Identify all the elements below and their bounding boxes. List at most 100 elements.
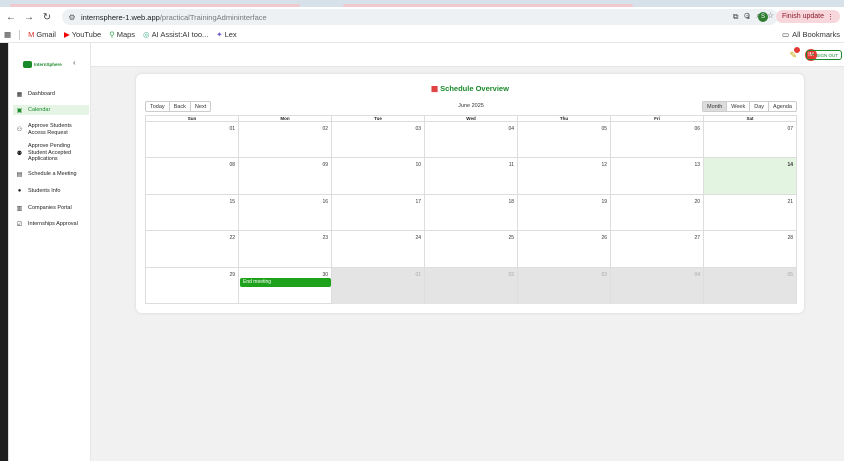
month-grid: Sun Mon Tue Wed Thu Fri Sat 01 02 03 04 … (145, 115, 797, 304)
day-cell[interactable]: 28 (703, 231, 796, 267)
day-cell[interactable]: 20 (610, 194, 703, 231)
day-cell[interactable]: 18 (424, 194, 517, 231)
day-cell[interactable]: 08 (146, 158, 238, 193)
day-cell[interactable]: 21 (703, 194, 796, 231)
day-cell[interactable]: 26 (517, 231, 610, 267)
day-cell[interactable]: 01 (146, 122, 238, 157)
day-cell[interactable]: 04 (424, 122, 517, 158)
address-bar[interactable]: ⚙ internsphere-1.web.app /practicalTrain… (62, 9, 778, 25)
download-icon[interactable]: ⤓ (746, 12, 750, 22)
bookmark-lex[interactable]: ✦ Lex (216, 30, 236, 39)
all-bookmarks-button[interactable]: ▭ All Bookmarks (782, 30, 840, 39)
month-view-button[interactable]: Month (701, 101, 728, 112)
calendar-emoji-icon: ▦ (431, 84, 439, 93)
extensions-icon[interactable]: ⧉ (733, 12, 739, 22)
youtube-icon: ▶ (63, 30, 70, 39)
ai-assist-icon: ◎ (143, 30, 150, 39)
week-row: 01 02 03 04 05 06 07 (146, 122, 796, 159)
sign-out-button[interactable]: ⇥ SIGN OUT (806, 50, 842, 60)
day-cell[interactable]: 02 (238, 122, 331, 158)
finish-update-label: Finish update (781, 13, 824, 20)
day-view-button[interactable]: Day (749, 101, 770, 112)
calendar-event[interactable]: End meeting (240, 277, 331, 287)
sidebar-item-calendar[interactable]: ▣ Calendar (13, 105, 89, 115)
week-row: 15 16 17 18 19 20 21 (146, 194, 796, 232)
sign-out-icon: ⇥ (810, 52, 815, 57)
day-cell[interactable]: 24 (331, 231, 424, 267)
collapse-chevron-icon[interactable]: ‹ (73, 58, 76, 67)
bookmark-youtube[interactable]: ▶ YouTube (64, 30, 101, 39)
divider (19, 29, 21, 40)
browser-toolbar: ← → ↻ ⚙ internsphere-1.web.app /practica… (0, 7, 844, 27)
day-cell[interactable]: 05 (517, 122, 610, 158)
day-cell[interactable]: 17 (331, 194, 424, 231)
site-info-icon[interactable]: ⚙ (66, 11, 78, 23)
day-cell[interactable]: 09 (238, 158, 331, 194)
folder-icon: ▭ (781, 30, 790, 39)
maps-icon: ⚲ (109, 30, 115, 39)
sidebar-item-dashboard[interactable]: ▦ Dashboard (13, 89, 89, 99)
day-cell[interactable]: 15 (146, 195, 238, 230)
calendar-view-group: Month Week Day Agenda (701, 101, 797, 112)
day-cell[interactable]: 13 (610, 158, 703, 194)
day-cell[interactable]: 16 (238, 194, 331, 231)
forward-arrow-icon[interactable]: → (22, 10, 36, 24)
day-cell[interactable]: 23 (238, 231, 331, 267)
logo-text: InternSphere (34, 61, 62, 67)
kebab-menu-icon: ⋮ (827, 13, 834, 21)
gmail-icon: M (28, 30, 35, 39)
day-cell[interactable]: 12 (517, 158, 610, 194)
app-window: InternSphere ‹ ▦ Dashboard ▣ Calendar ⚇ … (8, 43, 844, 461)
check-square-icon: ☑ (16, 221, 23, 228)
weekday-label: Sat (703, 116, 796, 121)
day-cell[interactable]: 07 (703, 122, 796, 158)
sidebar-item-students-info[interactable]: ● Students Info (13, 186, 89, 196)
user-check-icon: ⚉ (16, 150, 23, 157)
lex-icon: ✦ (216, 30, 223, 39)
calendar-toolbar: Today Back Next June 2025 Month Week Day… (145, 101, 797, 113)
bookmark-maps[interactable]: ⚲ Maps (109, 30, 135, 39)
sidebar-item-companies-portal[interactable]: ▥ Companies Portal (13, 203, 89, 213)
sidebar-item-schedule-meeting[interactable]: ▤ Schedule a Meeting (13, 169, 89, 179)
logo-icon (23, 60, 32, 68)
day-cell[interactable]: 29 (146, 268, 238, 304)
calendar-title: ▦ Schedule Overview (431, 84, 509, 93)
day-cell[interactable]: 19 (517, 194, 610, 231)
info-icon: ● (17, 188, 22, 194)
top-bar: ✎ IM ⇥ SIGN OUT (91, 43, 844, 67)
day-cell[interactable]: 22 (146, 231, 238, 266)
day-cell-off-range[interactable]: 03 (517, 267, 610, 304)
calendar-card: ▦ Schedule Overview Today Back Next June … (136, 74, 804, 313)
day-cell[interactable]: 30 End meeting (238, 267, 331, 304)
agenda-view-button[interactable]: Agenda (768, 101, 797, 112)
weekday-label: Wed (424, 116, 517, 121)
day-cell-off-range[interactable]: 02 (424, 267, 517, 304)
finish-update-button[interactable]: Finish update ⋮ (775, 10, 840, 23)
week-row: 29 30 End meeting 01 02 03 04 05 (146, 267, 796, 304)
apps-grid-icon[interactable]: ▦ (4, 30, 11, 39)
calendar-icon: ▣ (16, 107, 23, 114)
profile-avatar[interactable]: S (757, 11, 768, 22)
notification-badge (794, 47, 800, 53)
bookmark-gmail[interactable]: M Gmail (28, 30, 56, 39)
main-content: ▦ Schedule Overview Today Back Next June … (91, 67, 844, 461)
sidebar-item-internships-approval[interactable]: ☑ Internships Approval (13, 219, 89, 229)
url-host: internsphere-1.web.app (81, 12, 160, 22)
day-cell[interactable]: 03 (331, 122, 424, 158)
sidebar-item-approve-pending[interactable]: ⚉ Approve Pending Student Accepted Appli… (13, 142, 89, 164)
reload-icon[interactable]: ↻ (40, 10, 54, 24)
sidebar-item-approve-access[interactable]: ⚇ Approve Students Access Request (13, 122, 89, 137)
day-cell-today[interactable]: 14 (703, 158, 796, 194)
weekday-label: Fri (610, 116, 703, 121)
day-cell[interactable]: 10 (331, 158, 424, 194)
day-cell[interactable]: 06 (610, 122, 703, 158)
back-arrow-icon[interactable]: ← (4, 10, 18, 24)
week-view-button[interactable]: Week (726, 101, 751, 112)
day-cell[interactable]: 27 (610, 231, 703, 267)
day-cell-off-range[interactable]: 01 (331, 267, 424, 304)
day-cell[interactable]: 11 (424, 158, 517, 194)
day-cell[interactable]: 25 (424, 231, 517, 267)
day-cell-off-range[interactable]: 05 (703, 267, 796, 304)
day-cell-off-range[interactable]: 04 (610, 267, 703, 304)
bookmark-ai-assist[interactable]: ◎ AI Assist:AI too... (143, 30, 208, 39)
